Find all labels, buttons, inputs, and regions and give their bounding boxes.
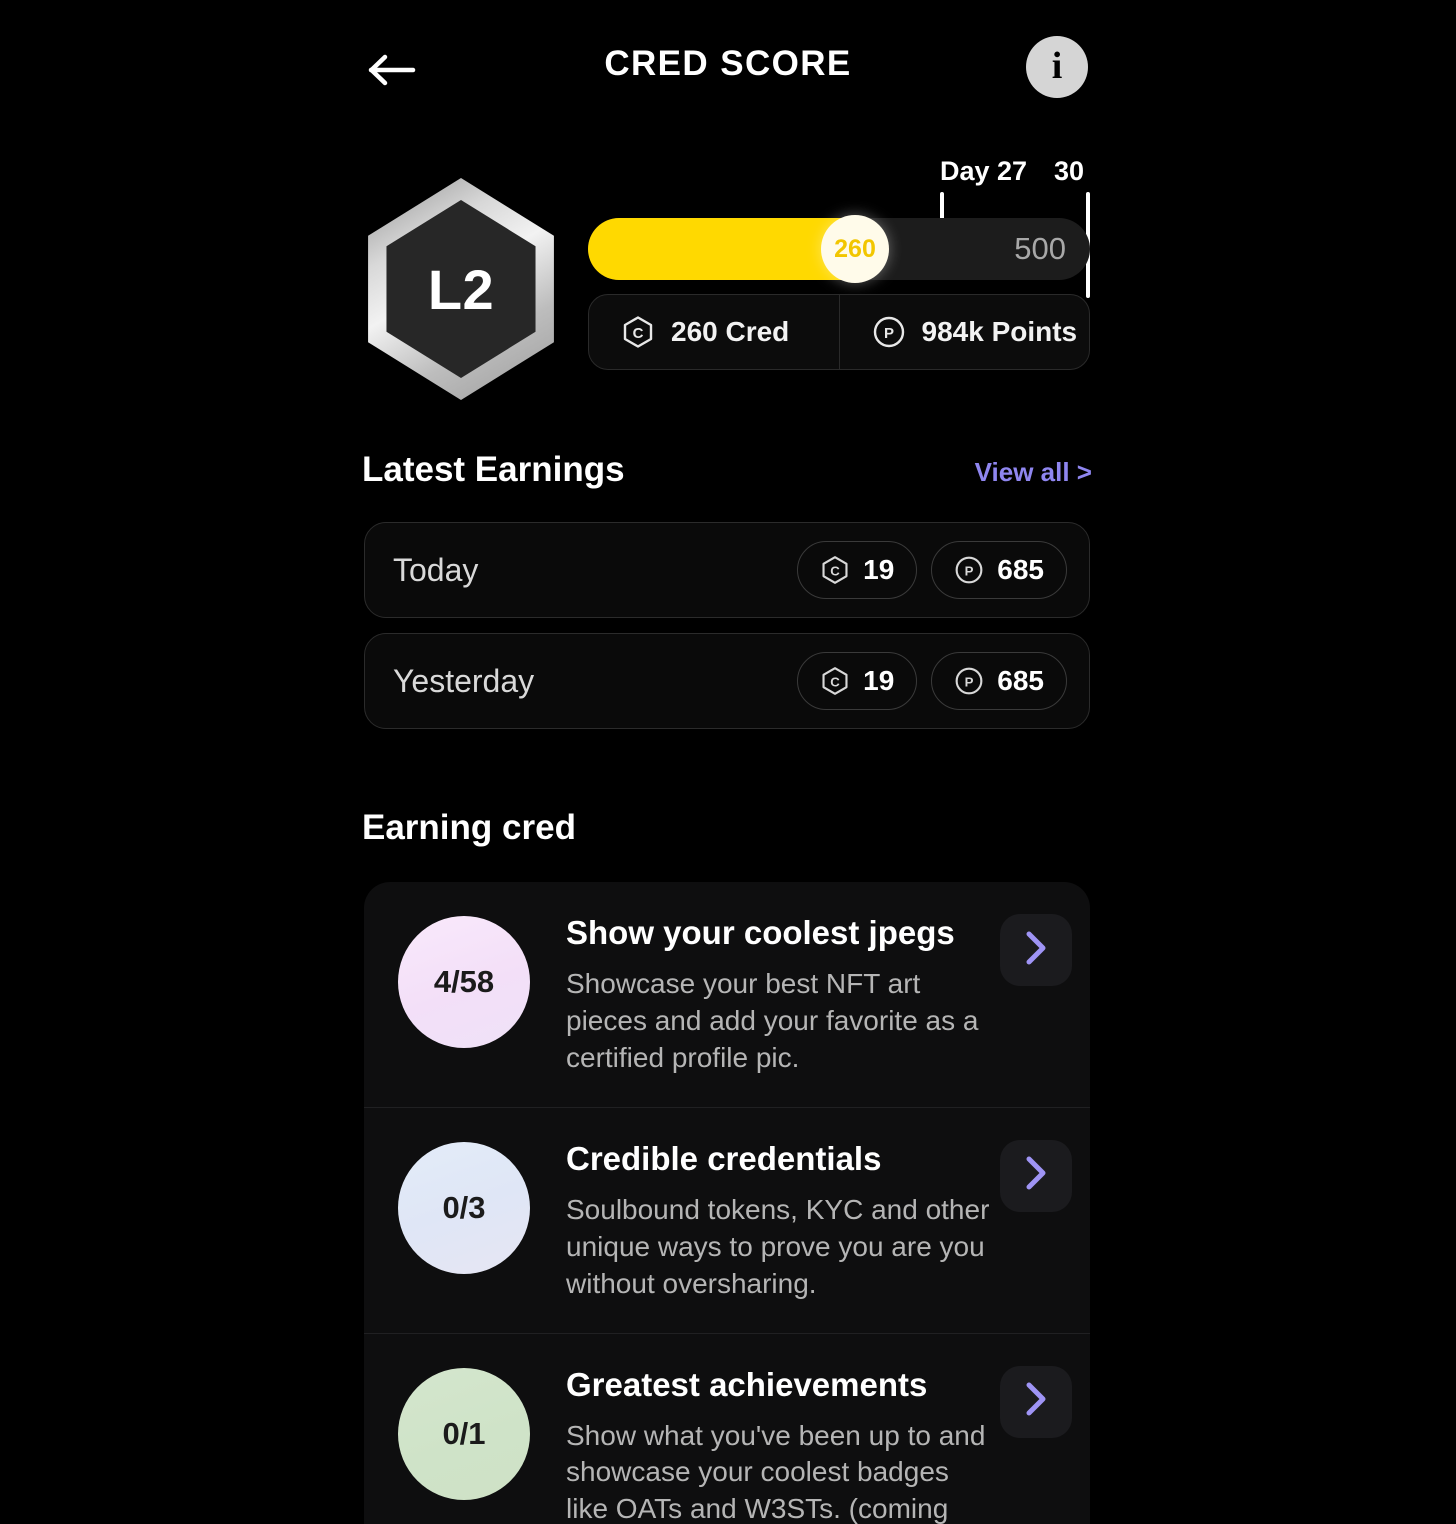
- svg-text:P: P: [883, 325, 893, 342]
- info-button[interactable]: i: [1026, 36, 1088, 98]
- cred-hexagon-icon: C: [820, 666, 850, 696]
- progress-max-label: 500: [1014, 231, 1066, 266]
- chevron-right-icon: [1023, 1381, 1049, 1422]
- svg-text:P: P: [965, 674, 974, 689]
- page-title: CRED SCORE: [604, 44, 852, 83]
- card-open-button[interactable]: [1000, 1365, 1072, 1438]
- card-title: Greatest achievements: [566, 1365, 928, 1403]
- day-end-label: 30: [1054, 156, 1085, 186]
- svg-text:C: C: [633, 325, 644, 342]
- chevron-right-icon: [1023, 930, 1049, 971]
- latest-earnings-title: Latest Earnings: [362, 450, 625, 489]
- cred-progress-bar[interactable]: 500 260: [588, 215, 1090, 283]
- earnings-row-yesterday[interactable]: Yesterday C 19 P 685: [364, 633, 1090, 729]
- earnings-cred-pill: C 19: [797, 652, 918, 710]
- earnings-row-label: Yesterday: [393, 662, 535, 699]
- card-open-button[interactable]: [1000, 914, 1072, 986]
- earnings-points-value: 685: [997, 554, 1044, 585]
- card-progress-circle: 0/1: [398, 1367, 530, 1500]
- earnings-row-today[interactable]: Today C 19 P 685: [364, 522, 1090, 618]
- card-open-button[interactable]: [1000, 1139, 1072, 1212]
- earnings-points-value: 685: [997, 665, 1044, 696]
- app-header: CRED SCORE i: [0, 0, 1456, 136]
- card-description: Showcase your best NFT art pieces and ad…: [566, 967, 979, 1073]
- card-progress-circle: 4/58: [398, 916, 530, 1048]
- points-circle-icon: P: [954, 555, 984, 585]
- svg-text:P: P: [965, 563, 974, 578]
- stat-cred-label: 260 Cred: [671, 316, 790, 347]
- svg-text:C: C: [830, 674, 840, 689]
- cred-hexagon-icon: C: [820, 555, 850, 585]
- earnings-row-label: Today: [393, 551, 479, 588]
- stat-cred[interactable]: C 260 Cred: [589, 295, 839, 369]
- earnings-points-pill: P 685: [931, 652, 1067, 710]
- earnings-cred-value: 19: [863, 665, 895, 696]
- progress-current-knob: 260: [821, 215, 889, 283]
- points-circle-icon: P: [872, 315, 906, 349]
- score-panel: L2 Day 27 30 500 260 C 260 Cred P 984k P…: [360, 150, 1096, 400]
- earning-cred-header: Earning cred: [362, 808, 1092, 848]
- svg-text:C: C: [830, 563, 840, 578]
- day-markers: Day 27 30: [588, 150, 1096, 298]
- cred-hexagon-icon: C: [621, 315, 655, 349]
- earning-cred-card-list: 4/58 Show your coolest jpegs Showcase yo…: [364, 882, 1090, 1524]
- earning-cred-card[interactable]: 0/3 Credible credentials Soulbound token…: [364, 1106, 1090, 1333]
- score-stats-row: C 260 Cred P 984k Points: [588, 294, 1090, 370]
- card-progress-circle: 0/3: [398, 1141, 530, 1274]
- cred-score-screen: CRED SCORE i L2 Day 27 30 500 260 C 260 …: [0, 0, 1456, 1524]
- card-description: Soulbound tokens, KYC and other unique w…: [566, 1193, 990, 1299]
- card-title: Show your coolest jpegs: [566, 914, 955, 951]
- earning-cred-card[interactable]: 4/58 Show your coolest jpegs Showcase yo…: [364, 882, 1090, 1107]
- earning-cred-card[interactable]: 0/1 Greatest achievements Show what you'…: [364, 1332, 1090, 1524]
- stat-points-label: 984k Points: [921, 316, 1078, 347]
- stat-points[interactable]: P 984k Points: [838, 295, 1090, 369]
- info-icon: i: [1051, 45, 1063, 87]
- level-badge: L2: [360, 178, 562, 400]
- chevron-right-icon: [1023, 1155, 1049, 1196]
- view-all-link[interactable]: View all >: [975, 457, 1092, 488]
- earnings-cred-value: 19: [863, 554, 895, 585]
- earnings-cred-pill: C 19: [797, 541, 918, 599]
- card-body: Show your coolest jpegs Showcase your be…: [530, 912, 1000, 1077]
- latest-earnings-header: Latest Earnings View all >: [362, 450, 1092, 490]
- earnings-points-pill: P 685: [931, 541, 1067, 599]
- card-description: Show what you've been up to and showcase…: [566, 1419, 986, 1524]
- card-title: Credible credentials: [566, 1139, 882, 1177]
- points-circle-icon: P: [954, 666, 984, 696]
- day-current-label: Day 27: [940, 156, 1028, 186]
- level-badge-label: L2: [427, 257, 495, 321]
- card-body: Credible credentials Soulbound tokens, K…: [530, 1138, 1000, 1303]
- earning-cred-title: Earning cred: [362, 808, 576, 847]
- card-body: Greatest achievements Show what you've b…: [530, 1364, 1000, 1524]
